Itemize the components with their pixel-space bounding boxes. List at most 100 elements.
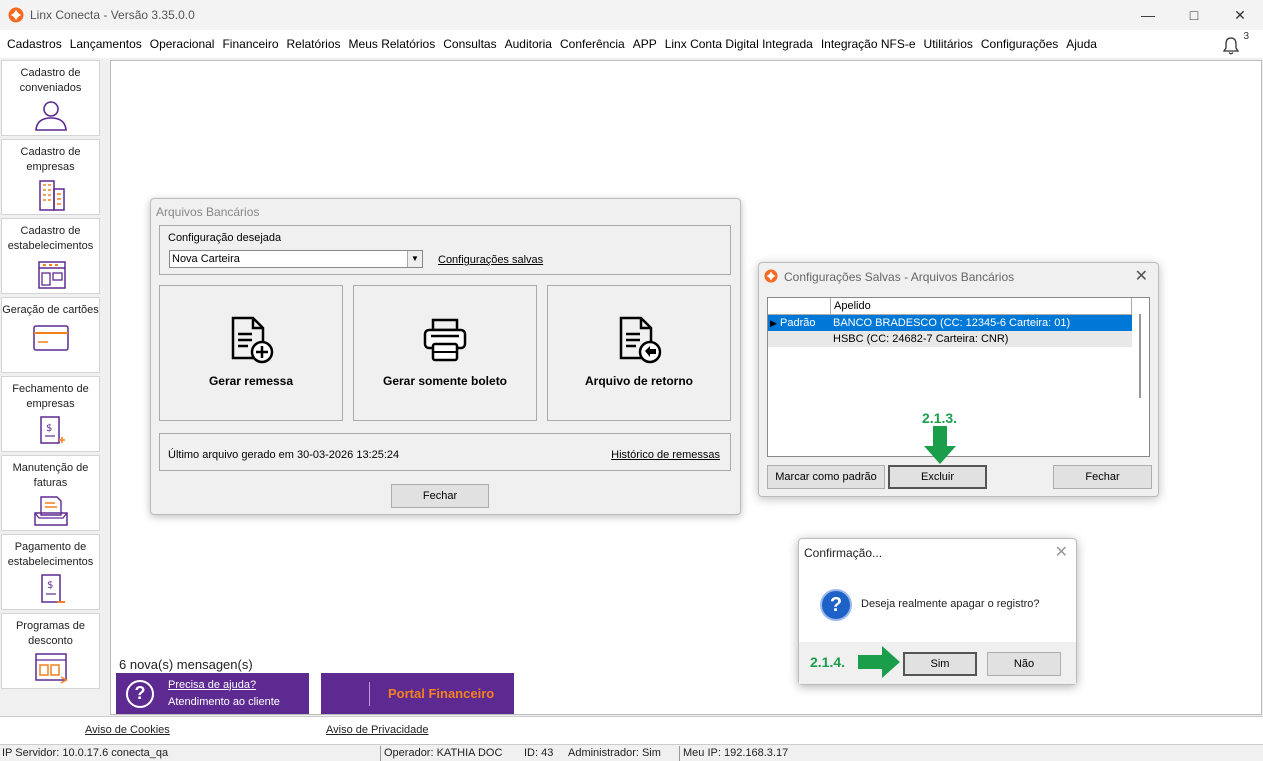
menu-utilitarios[interactable]: Utilitários [920,37,977,51]
sidebar-item-label: Manutenção de faturas [12,462,89,489]
notification-count: 3 [1243,31,1249,42]
app-logo-icon [8,7,24,23]
set-default-button[interactable]: Marcar como padrão [767,465,885,489]
sidebar-item-estabelecimentos[interactable]: Cadastro de estabelecimentos [1,218,100,294]
sidebar-item-fechamento[interactable]: Fechamento de empresas $ [1,376,100,452]
cookies-link[interactable]: Aviso de Cookies [85,724,170,736]
no-button[interactable]: Não [987,652,1061,676]
tile-label: Arquivo de retorno [584,374,693,388]
chevron-down-icon[interactable]: ▼ [407,251,422,267]
status-operator: Operador: KATHIA DOC [384,747,503,759]
last-file-group: Último arquivo gerado em 30-03-2026 13:2… [159,433,731,471]
sidebar-item-pagamento[interactable]: Pagamento de estabelecimentos $ [1,534,100,610]
help-link[interactable]: Precisa de ajuda? [168,677,280,694]
config-select-value: Nova Carteira [172,253,240,265]
menu-cadastros[interactable]: Cadastros [3,37,66,51]
dialog-title: Confirmação... [804,546,883,560]
app-logo-icon [764,269,778,283]
messages-count[interactable]: 6 nova(s) mensagen(s) [119,657,253,672]
close-icon[interactable]: ✕ [1055,542,1068,562]
gerar-boleto-button[interactable]: Gerar somente boleto [353,285,537,421]
sidebar-item-conveniados[interactable]: Cadastro de conveniados [1,60,100,136]
config-group: Configuração desejada Nova Carteira ▼ Co… [159,225,731,275]
menu-nfse[interactable]: Integração NFS-e [817,37,920,51]
sidebar-item-empresas[interactable]: Cadastro de empresas [1,139,100,215]
maximize-icon[interactable]: □ [1171,0,1217,30]
config-label: Configuração desejada [168,232,282,244]
status-divider [380,746,381,761]
delete-button[interactable]: Excluir [888,465,987,489]
last-file-text: Último arquivo gerado em 30-03-2026 13:2… [168,449,400,461]
card-icon [32,325,69,351]
sidebar-item-label: Cadastro de conveniados [19,67,82,94]
table-row[interactable]: ▶ Padrão BANCO BRADESCO (CC: 12345-6 Car… [768,315,1132,331]
row-name: BANCO BRADESCO (CC: 12345-6 Carteira: 01… [833,317,1071,329]
sidebar: Cadastro de conveniados Cadastro de empr… [0,60,102,715]
sidebar-item-label: Geração de cartões [2,304,99,316]
menu-auditoria[interactable]: Auditoria [501,37,556,51]
help-subtitle: Atendimento ao cliente [168,695,280,708]
menu-conta-digital[interactable]: Linx Conta Digital Integrada [661,37,817,51]
row-name: HSBC (CC: 24682-7 Carteira: CNR) [833,333,1009,345]
tile-label: Gerar somente boleto [382,374,508,388]
minimize-icon[interactable]: — [1125,0,1171,30]
document-add-icon [231,316,274,364]
step-annotation: 2.1.4. [810,654,846,670]
menu-app[interactable]: APP [629,37,661,51]
saved-configs-link[interactable]: Configurações salvas [438,254,543,266]
invoice-tray-icon [33,496,68,526]
status-id: ID: 43 [524,747,554,759]
menu-relatorios[interactable]: Relatórios [283,37,345,51]
status-divider [679,746,680,761]
help-banner[interactable]: ? Precisa de ajuda? Atendimento ao clien… [116,673,309,714]
privacy-link[interactable]: Aviso de Privacidade [326,724,429,736]
sidebar-item-label: Pagamento de estabelecimentos [7,541,94,568]
status-admin: Administrador: Sim [568,747,661,759]
bell-icon[interactable] [1221,36,1241,56]
menu-ajuda[interactable]: Ajuda [1062,37,1101,51]
arquivo-retorno-button[interactable]: Arquivo de retorno [547,285,731,421]
sidebar-item-label: Fechamento de empresas [12,383,89,410]
history-link[interactable]: Histórico de remessas [611,449,720,461]
menu-financeiro[interactable]: Financeiro [218,37,282,51]
portal-label: Portal Financeiro [388,686,495,701]
close-icon[interactable]: ✕ [1135,266,1148,286]
printer-icon [423,318,467,362]
menu-operacional[interactable]: Operacional [146,37,219,51]
portal-financeiro-banner[interactable]: Portal Financeiro [321,673,514,714]
yes-button[interactable]: Sim [903,652,977,676]
sidebar-item-label: Cadastro de estabelecimentos [7,225,94,252]
document-return-icon [619,316,662,364]
sidebar-item-faturas[interactable]: Manutenção de faturas [1,455,100,531]
sidebar-item-desconto[interactable]: Programas de desconto [1,613,100,689]
menu-lancamentos[interactable]: Lançamentos [66,37,146,51]
title-bar: Linx Conecta - Versão 3.35.0.0 — □ ✕ [0,0,1263,30]
invoice-close-icon: $ [39,416,65,444]
footer: Aviso de Cookies Aviso de Privacidade [0,716,1263,744]
status-my-ip: Meu IP: 192.168.3.17 [683,747,789,759]
window-title: Linx Conecta - Versão 3.35.0.0 [30,8,195,22]
discount-icon [34,653,67,684]
close-button[interactable]: Fechar [391,484,489,508]
scrollbar[interactable] [1139,314,1141,398]
close-button[interactable]: Fechar [1053,465,1152,489]
config-select[interactable]: Nova Carteira ▼ [169,250,423,268]
sidebar-item-cartoes[interactable]: Geração de cartões [1,297,100,373]
question-icon: ? [126,679,154,708]
arrow-down-icon [924,426,956,464]
menu-configuracoes[interactable]: Configurações [977,37,1062,51]
status-bar: IP Servidor: 10.0.17.6 conecta_qa Operad… [0,744,1263,761]
question-icon: ? [820,589,852,621]
menu-meus-relatorios[interactable]: Meus Relatórios [345,37,440,51]
building-icon [38,180,65,211]
status-server: IP Servidor: 10.0.17.6 conecta_qa [2,747,169,759]
column-header-apelido[interactable]: Apelido [830,298,1132,315]
close-icon[interactable]: ✕ [1217,0,1263,30]
menu-bar: Cadastros Lançamentos Operacional Financ… [0,30,1263,58]
gerar-remessa-button[interactable]: Gerar remessa [159,285,343,421]
menu-consultas[interactable]: Consultas [439,37,500,51]
menu-conferencia[interactable]: Conferência [556,37,629,51]
dialog-title: Arquivos Bancários [156,205,260,219]
table-row[interactable]: HSBC (CC: 24682-7 Carteira: CNR) [768,331,1132,347]
person-icon [34,101,67,131]
